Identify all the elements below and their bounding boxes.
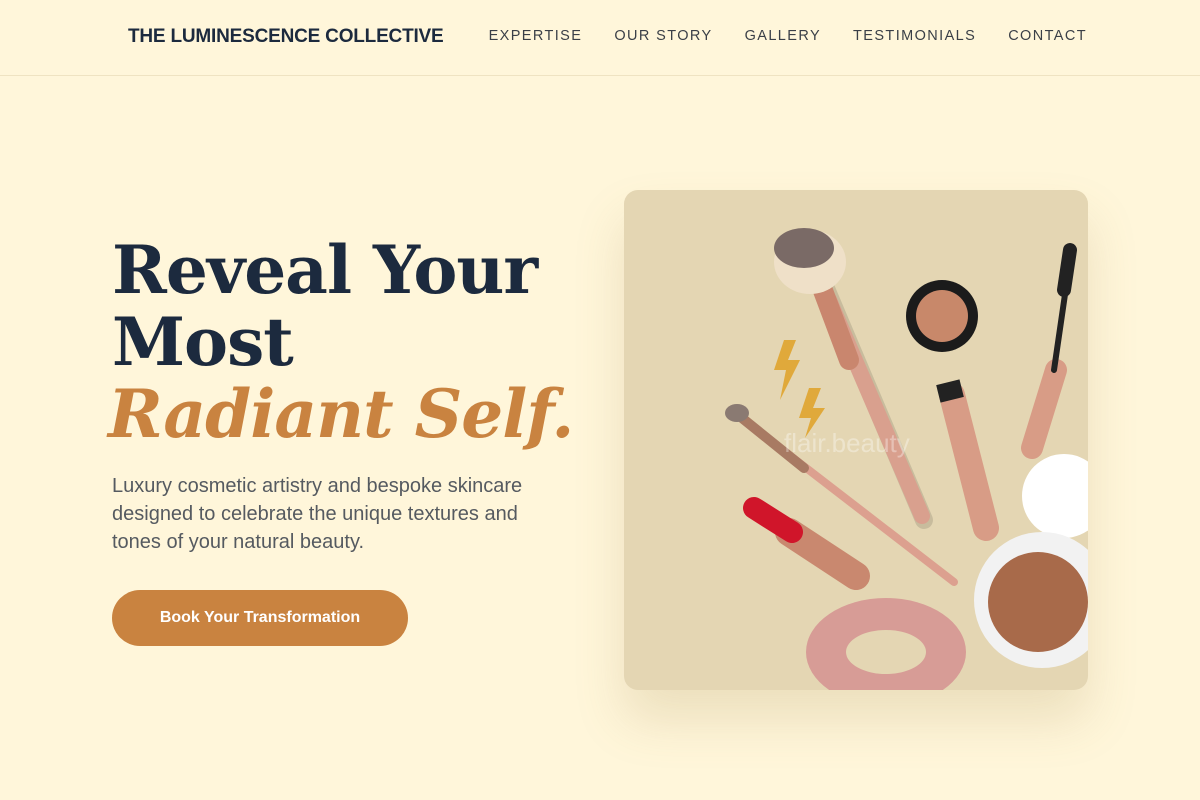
tube-icon (936, 379, 999, 541)
image-watermark: flair.beauty (784, 428, 910, 458)
headline-line-2: Most (112, 303, 294, 381)
nav-link-testimonials[interactable]: TESTIMONIALS (853, 28, 976, 44)
headline-line-1: Reveal Your (112, 231, 538, 309)
nav-link-contact[interactable]: CONTACT (1008, 28, 1087, 44)
large-brush-icon (774, 228, 933, 529)
main-nav: EXPERTISE OUR STORY GALLERY TESTIMONIALS… (489, 28, 1087, 44)
headline-accent: Radiant Self. (108, 375, 574, 453)
hero-image: flair.beauty (624, 190, 1088, 690)
nav-link-expertise[interactable]: EXPERTISE (489, 28, 583, 44)
scrunchie-icon (806, 598, 966, 690)
blush-compact-icon (974, 454, 1088, 668)
brand-logo[interactable]: THE LUMINESCENCE COLLECTIVE (128, 26, 444, 48)
lipstick-icon (743, 497, 870, 590)
compact-icon (906, 280, 978, 352)
earrings-icon (774, 340, 825, 438)
nav-link-gallery[interactable]: GALLERY (745, 28, 821, 44)
hero-headline: Reveal Your Most Radiant Self. (108, 231, 582, 450)
mascara-icon (1021, 243, 1077, 459)
hero-subtitle: Luxury cosmetic artistry and bespoke ski… (112, 475, 523, 553)
book-transformation-button[interactable]: Book Your Transformation (112, 590, 408, 646)
hero-text: Reveal Your Most Radiant Self. Luxury co… (108, 231, 582, 556)
nav-link-our-story[interactable]: OUR STORY (614, 28, 712, 44)
top-navigation-bar: THE LUMINESCENCE COLLECTIVE EXPERTISE OU… (0, 0, 1200, 76)
